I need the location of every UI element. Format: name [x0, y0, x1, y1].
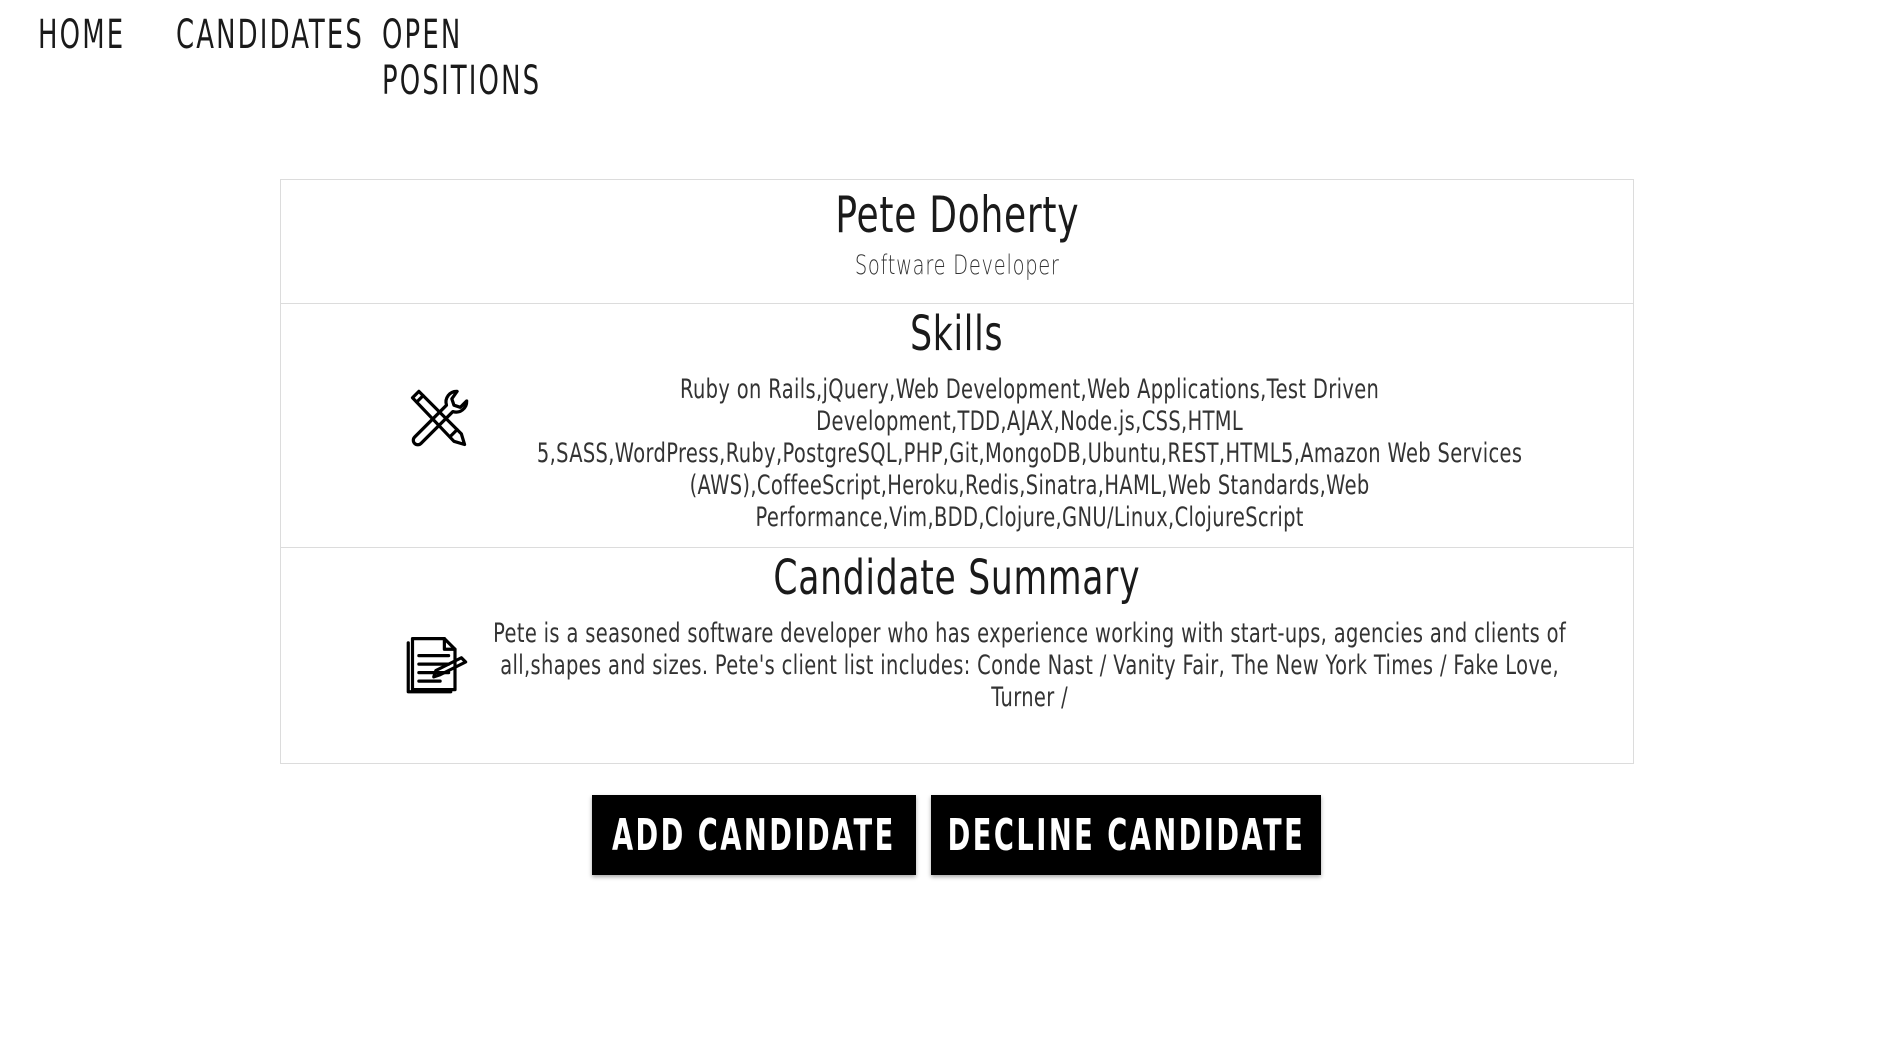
- skills-heading: Skills: [910, 306, 1004, 362]
- skills-text: Ruby on Rails,jQuery,Web Development,Web…: [536, 374, 1523, 533]
- add-candidate-button[interactable]: ADD CANDIDATE: [592, 795, 916, 875]
- candidate-header: Pete Doherty Software Developer: [281, 180, 1633, 304]
- candidate-actions: ADD CANDIDATE DECLINE CANDIDATE: [592, 795, 1321, 875]
- decline-candidate-button[interactable]: DECLINE CANDIDATE: [931, 795, 1321, 875]
- nav-candidates-link[interactable]: CANDIDATES: [176, 12, 362, 104]
- nav-home-link[interactable]: HOME: [38, 12, 123, 104]
- candidate-card: Pete Doherty Software Developer Skills R…: [280, 179, 1634, 764]
- tools-icon: [410, 389, 469, 447]
- skills-section: Skills Ruby on Rails,jQuery,Web Developm…: [281, 304, 1633, 548]
- candidate-title: Software Developer: [854, 250, 1060, 281]
- summary-section: Candidate Summary Pete is a seasoned sof…: [281, 548, 1633, 763]
- top-nav: HOME CANDIDATES OPEN POSITIONS: [38, 12, 597, 104]
- document-icon: [406, 637, 468, 694]
- summary-heading: Candidate Summary: [773, 550, 1141, 606]
- candidate-name: Pete Doherty: [835, 186, 1079, 244]
- nav-open-positions-link[interactable]: OPEN POSITIONS: [382, 12, 539, 104]
- summary-text: Pete is a seasoned software developer wh…: [492, 618, 1567, 713]
